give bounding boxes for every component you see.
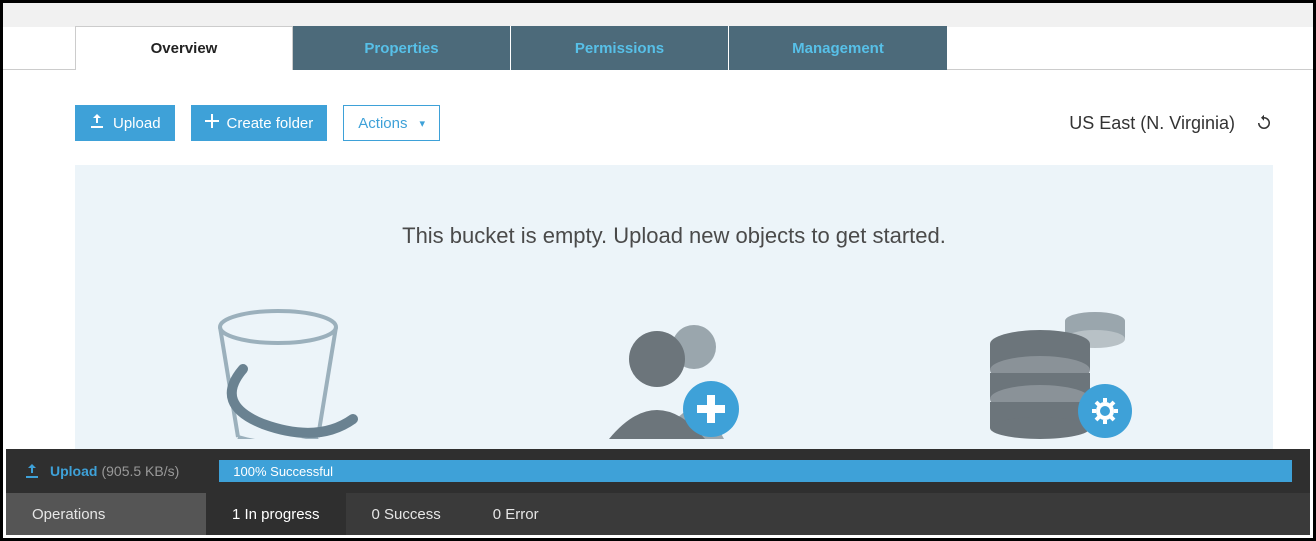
tab-properties[interactable]: Properties (293, 26, 511, 70)
empty-message: This bucket is empty. Upload new objects… (95, 223, 1253, 249)
toolbar: Upload Create folder Actions ▾ US East (… (3, 71, 1313, 165)
region-area: US East (N. Virginia) (1069, 113, 1273, 134)
upload-progress-text: 100% Successful (233, 464, 333, 479)
upload-icon (24, 463, 40, 479)
bucket-icon (158, 309, 418, 444)
footer-tab-error[interactable]: 0 Error (467, 493, 565, 535)
actions-dropdown[interactable]: Actions ▾ (343, 105, 440, 141)
footer-tabs: Operations 1 In progress 0 Success 0 Err… (6, 493, 1310, 535)
storage-settings-icon (930, 309, 1190, 444)
upload-status-bar: Upload (905.5 KB/s) 100% Successful (6, 449, 1310, 493)
main-tabs: Overview Properties Permissions Manageme… (3, 26, 1313, 70)
footer-tab-operations[interactable]: Operations (6, 493, 206, 535)
tab-permissions[interactable]: Permissions (511, 26, 729, 70)
empty-state-panel: This bucket is empty. Upload new objects… (75, 165, 1273, 465)
upload-status-label: Upload (50, 463, 97, 479)
chevron-down-icon: ▾ (419, 117, 425, 130)
upload-button[interactable]: Upload (75, 105, 175, 141)
actions-label: Actions (358, 115, 407, 132)
tab-overview[interactable]: Overview (75, 26, 293, 70)
plus-icon (205, 114, 219, 132)
users-icon (544, 309, 804, 444)
illustration-row (95, 309, 1253, 444)
tab-management[interactable]: Management (729, 26, 947, 70)
footer-tab-success[interactable]: 0 Success (346, 493, 467, 535)
footer-tab-in-progress[interactable]: 1 In progress (206, 493, 346, 535)
create-folder-button[interactable]: Create folder (191, 105, 328, 141)
region-label: US East (N. Virginia) (1069, 113, 1235, 134)
upload-icon (89, 113, 105, 133)
upload-speed: (905.5 KB/s) (101, 463, 179, 479)
upload-progress-bar: 100% Successful (219, 460, 1292, 482)
refresh-button[interactable] (1255, 114, 1273, 132)
window-topbar (3, 3, 1313, 27)
create-folder-label: Create folder (227, 115, 314, 132)
upload-button-label: Upload (113, 115, 161, 132)
